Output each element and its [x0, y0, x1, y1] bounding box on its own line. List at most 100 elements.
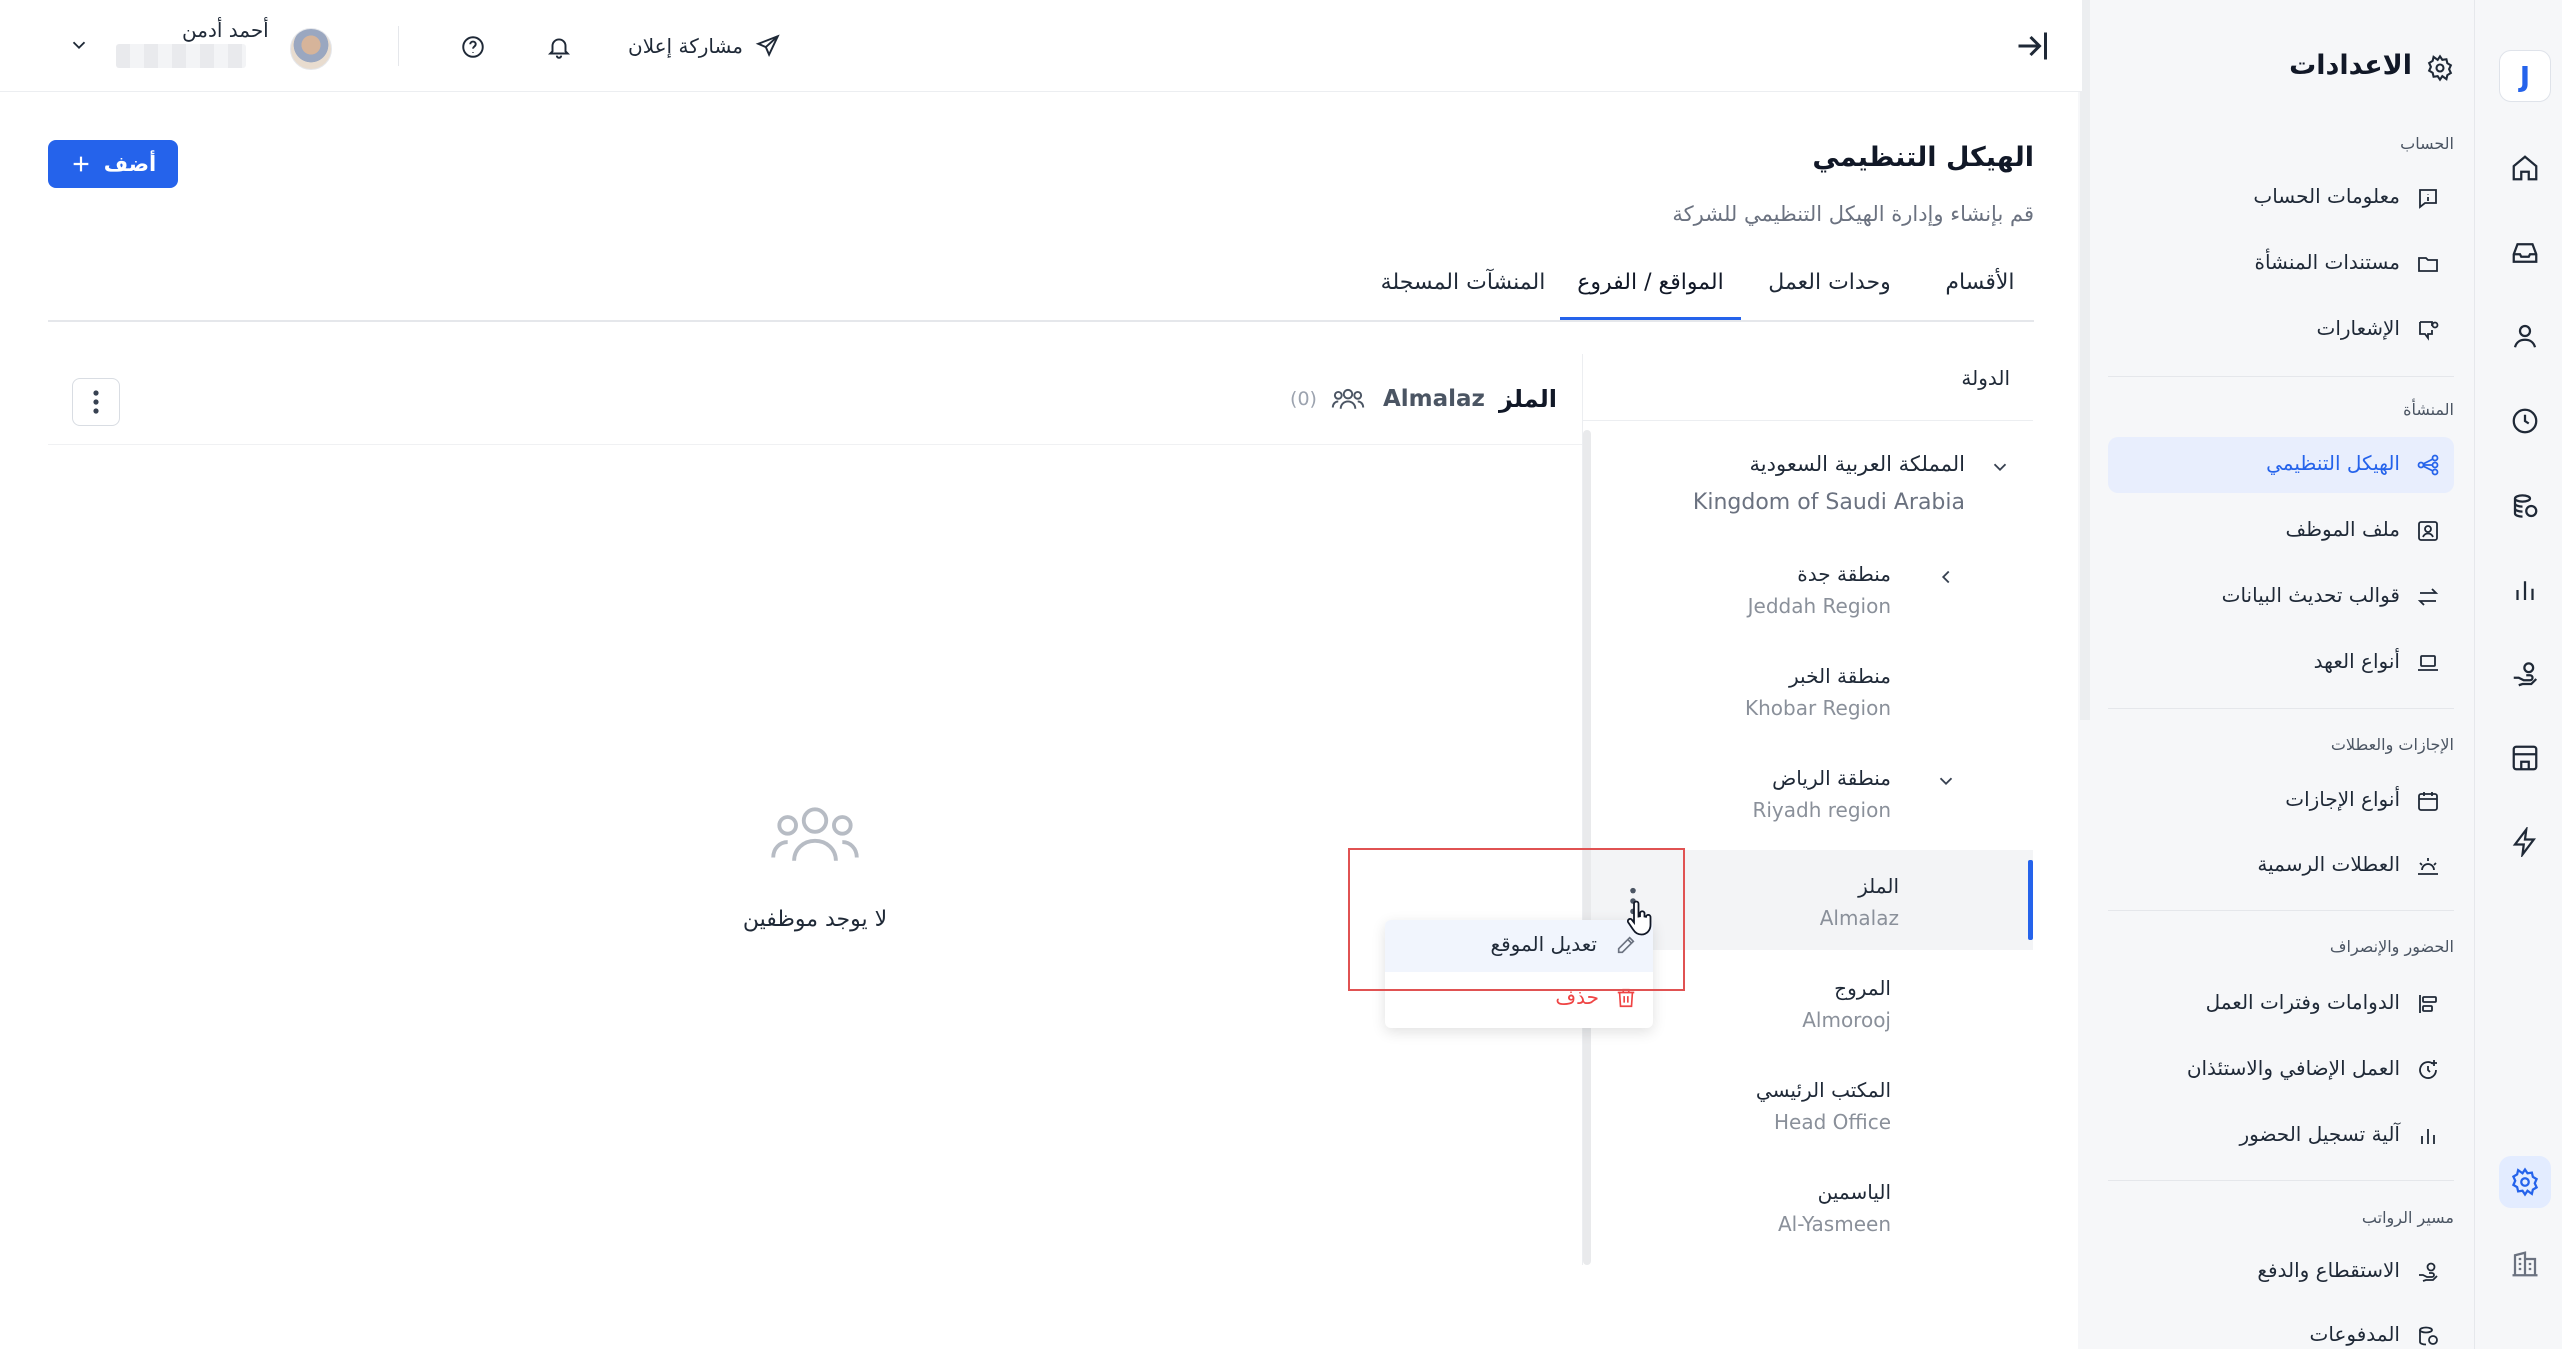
delete-location-label: حذف [1555, 985, 1599, 1009]
sidebar-item-overtime[interactable]: العمل الإضافي والاستئذان [2108, 1042, 2454, 1098]
divider [2108, 910, 2454, 911]
user-menu[interactable]: أحمد أدمن [68, 16, 338, 76]
inbox-icon[interactable] [2499, 227, 2551, 279]
tree-region-khobar[interactable]: منطقة الخبر Khobar Region [1583, 656, 2033, 734]
tab-locations[interactable]: المواقع / الفروع [1560, 270, 1741, 320]
add-button-label: أضف [103, 152, 157, 176]
divider [2108, 376, 2454, 377]
chevron-down-icon [1935, 770, 1957, 792]
sidebar-item-label: معلومات الحساب [2253, 184, 2400, 208]
divider [2108, 1180, 2454, 1181]
page-scrollbar[interactable] [2080, 0, 2090, 720]
users-icon [1331, 388, 1365, 409]
country-name-ar: المملكة العربية السعودية [1749, 452, 1965, 476]
panel-title-en: Almalaz [1382, 386, 1485, 412]
bell-icon[interactable] [546, 34, 572, 60]
sidebar-item-label: العمل الإضافي والاستئذان [2186, 1056, 2400, 1080]
tab-work-units[interactable]: وحدات العمل [1748, 270, 1911, 320]
hand-cursor-icon [1625, 900, 1655, 936]
sidebar-item-label: الاستقطاع والدفع [2257, 1258, 2400, 1282]
laptop-icon [2418, 655, 2438, 671]
tree-country[interactable]: المملكة العربية السعودية Kingdom of Saud… [1583, 450, 2033, 530]
sidebar-item-leave-types[interactable]: أنواع الإجازات [2108, 773, 2454, 829]
sidebar-item-attendance-method[interactable]: آلية تسجيل الحضور [2108, 1108, 2454, 1164]
user-icon[interactable] [2499, 310, 2551, 362]
collapse-sidebar-icon[interactable] [2014, 28, 2050, 64]
sidebar-item-account-info[interactable]: معلومات الحساب [2108, 170, 2454, 226]
help-icon[interactable] [460, 34, 486, 60]
shifts-icon [2419, 995, 2437, 1013]
locations-tree: الدولة المملكة العربية السعودية Kingdom … [1582, 354, 2033, 1265]
location-name-en: Head Office [1773, 1110, 1891, 1134]
send-icon [755, 34, 780, 58]
panel-more-button[interactable] [72, 378, 120, 426]
share-announcement-button[interactable]: مشاركة إعلان [628, 28, 781, 64]
hand-coin-icon[interactable] [2499, 648, 2551, 700]
sidebar-item-custody-types[interactable]: أنواع العهد [2108, 635, 2454, 691]
sidebar-item-org-structure[interactable]: الهيكل التنظيمي [2108, 437, 2454, 493]
page-subtitle: قم بإنشاء وإدارة الهيكل التنظيمي للشركة [1672, 202, 2034, 226]
gear-icon [2426, 54, 2454, 82]
sidebar-item-label: العطلات الرسمية [2257, 852, 2400, 876]
edit-location-menu-item[interactable]: تعديل الموقع [1385, 920, 1653, 972]
tree-region-jeddah[interactable]: منطقة جدة Jeddah Region [1583, 554, 2033, 632]
sidebar-item-employee-file[interactable]: ملف الموظف [2108, 503, 2454, 559]
home-icon[interactable] [2499, 142, 2551, 194]
tab-departments[interactable]: الأقسام [1925, 270, 2035, 320]
region-name-en: Khobar Region [1744, 696, 1891, 720]
app-logo[interactable]: J [2499, 50, 2551, 102]
tree-location-almalaz[interactable]: الملز Almalaz [1591, 850, 2033, 950]
location-name-en: Almalaz [1819, 906, 1899, 930]
sidebar-item-label: الدوامات وفترات العمل [2205, 990, 2400, 1014]
section-payroll: مسير الرواتب [2361, 1208, 2454, 1227]
icon-rail: J [2474, 0, 2562, 1349]
sidebar-item-deductions[interactable]: الاستقطاع والدفع [2108, 1244, 2454, 1300]
bar-chart-icon[interactable] [2499, 564, 2551, 616]
section-company: المنشأة [2403, 400, 2454, 419]
tab-registered-companies[interactable]: المنشآت المسجلة [1380, 270, 1546, 320]
hierarchy-icon [2417, 454, 2439, 476]
avatar [290, 28, 332, 70]
edit-location-label: تعديل الموقع [1490, 932, 1597, 956]
sidebar-item-label: الهيكل التنظيمي [2266, 451, 2400, 475]
tree-location-head-office[interactable]: المكتب الرئيسي Head Office [1583, 1070, 2033, 1148]
sidebar-item-public-holidays[interactable]: العطلات الرسمية [2108, 838, 2454, 894]
tree-location-al-yasmeen[interactable]: الياسمين Al-Yasmeen [1583, 1172, 2033, 1250]
sidebar-item-data-templates[interactable]: قوالب تحديث البيانات [2108, 569, 2454, 625]
sidebar-item-shifts[interactable]: الدوامات وفترات العمل [2108, 976, 2454, 1032]
tree-header: الدولة [1961, 366, 2010, 390]
settings-icon[interactable] [2499, 1156, 2551, 1208]
add-button[interactable]: أضف [48, 140, 178, 188]
plus-icon [70, 153, 92, 175]
divider [48, 444, 1582, 445]
info-icon [2419, 189, 2437, 209]
location-name-ar: الملز [1858, 874, 1899, 898]
notification-icon [2419, 321, 2439, 341]
sidebar-item-payments[interactable]: المدفوعات [2108, 1308, 2454, 1364]
swap-arrows-icon [2417, 588, 2439, 606]
location-name-ar: المكتب الرئيسي [1755, 1078, 1891, 1102]
clock-icon[interactable] [2499, 395, 2551, 447]
trash-icon [1617, 988, 1635, 1008]
divider [2108, 708, 2454, 709]
coins-icon[interactable] [2499, 480, 2551, 532]
pencil-icon [1617, 936, 1635, 954]
delete-location-menu-item[interactable]: حذف [1385, 975, 1653, 1025]
sidebar-item-notifications[interactable]: الإشعارات [2108, 302, 2454, 358]
empty-state-text: لا يوجد موظفين [742, 907, 888, 932]
folder-icon [2418, 257, 2438, 272]
page-title: الهيكل التنظيمي [1812, 142, 2034, 173]
panel-title-ar: الملز [1498, 385, 1557, 413]
sidebar-item-company-docs[interactable]: مستندات المنشأة [2108, 236, 2454, 292]
lightning-icon[interactable] [2499, 816, 2551, 868]
region-name-ar: منطقة الرياض [1772, 766, 1891, 790]
coins-icon [2419, 1326, 2438, 1346]
store-icon[interactable] [2499, 732, 2551, 784]
region-name-en: Jeddah Region [1747, 594, 1891, 618]
top-bar: مشاركة إعلان أحمد أدمن [0, 0, 2082, 92]
chevron-down-icon [68, 34, 90, 56]
building-icon[interactable] [2499, 1238, 2551, 1290]
location-name-ar: المروج [1834, 976, 1891, 1000]
hand-coin-icon [2419, 1262, 2438, 1282]
tree-region-riyadh[interactable]: منطقة الرياض Riyadh region [1583, 758, 2033, 836]
